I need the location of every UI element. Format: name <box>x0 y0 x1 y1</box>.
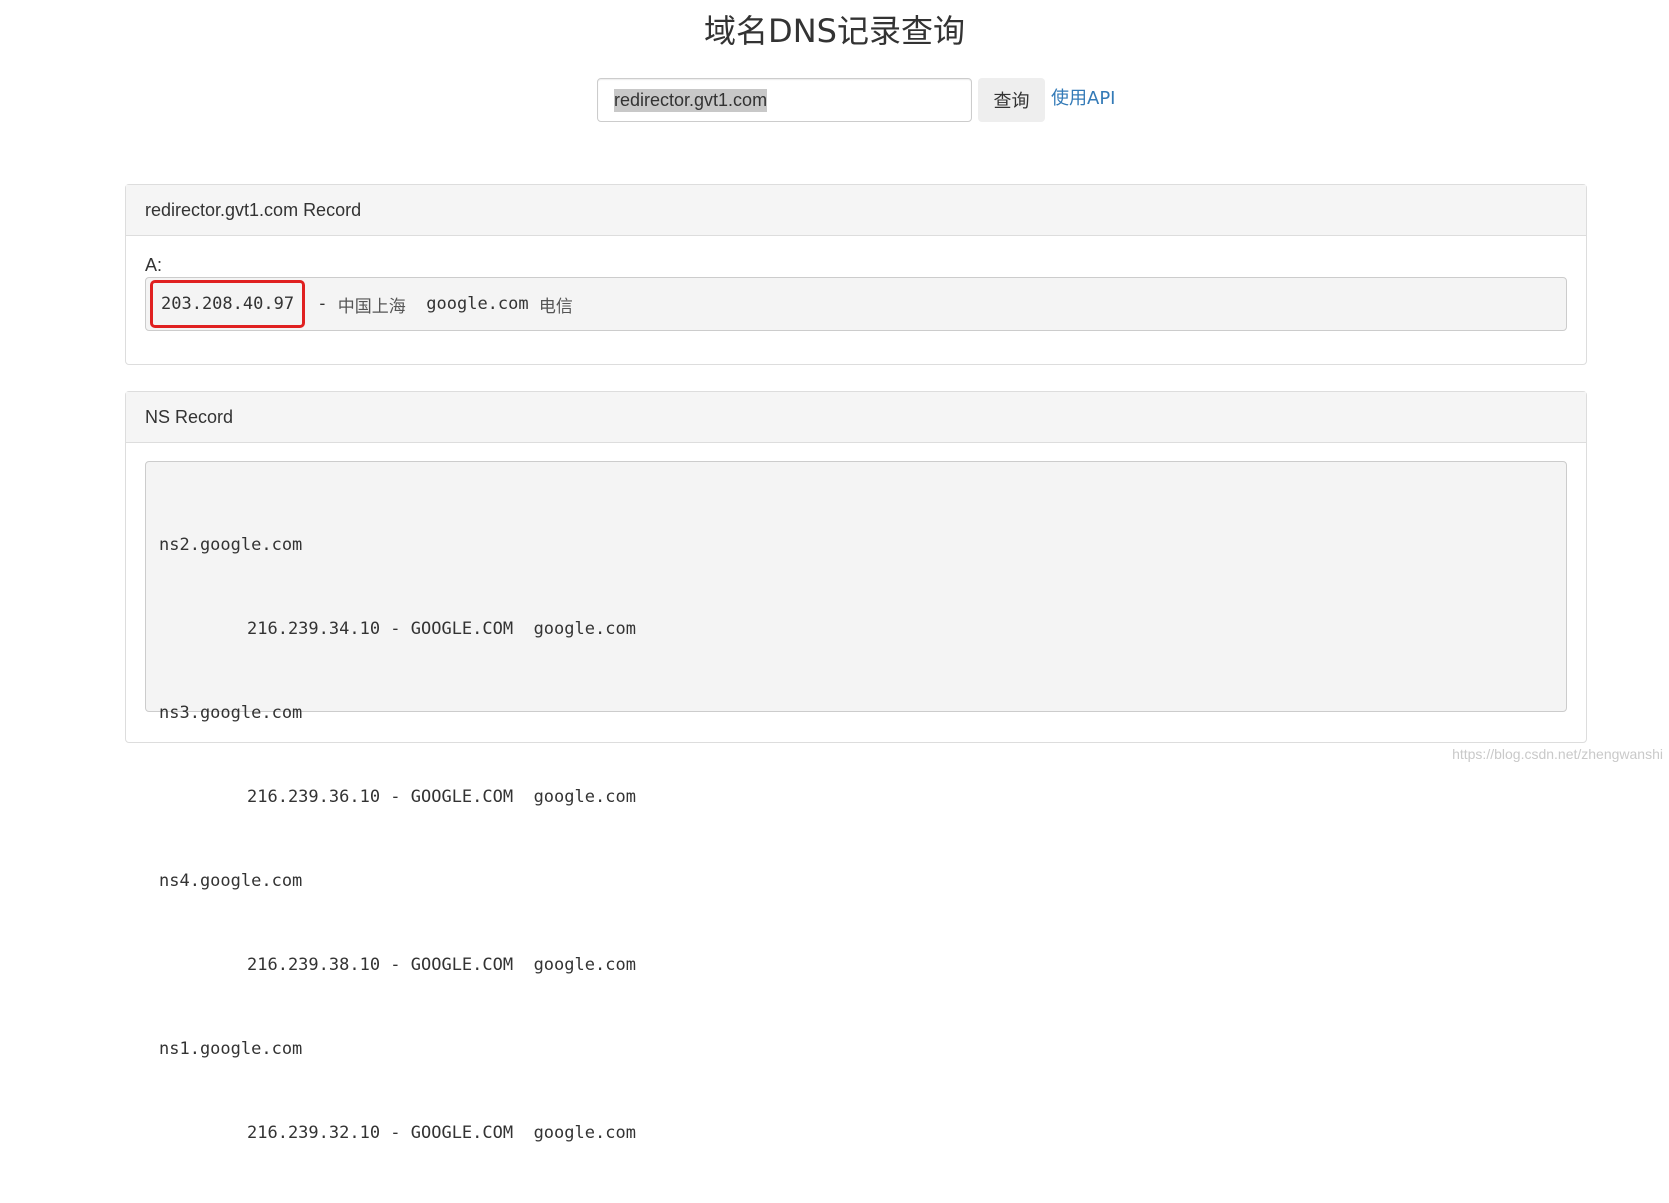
ns-detail: 216.239.38.10 - GOOGLE.COM google.com <box>159 951 1553 979</box>
search-bar: redirector.gvt1.com 查询 使用API <box>597 78 1115 122</box>
a-record-label: A: <box>145 255 1567 275</box>
ns-record-panel-heading: NS Record <box>126 392 1586 443</box>
a-record-info: - 中国上海 google.com 电信 <box>307 292 573 317</box>
ns-host: ns4.google.com <box>159 867 1553 895</box>
domain-search-input[interactable]: redirector.gvt1.com <box>597 78 972 122</box>
a-record-location: 中国上海 <box>338 292 406 317</box>
ns-record-box: ns2.google.com 216.239.34.10 - GOOGLE.CO… <box>145 461 1567 712</box>
a-record-box: 203.208.40.97 - 中国上海 google.com 电信 <box>145 277 1567 331</box>
ns-host: ns3.google.com <box>159 699 1553 727</box>
query-button[interactable]: 查询 <box>978 78 1045 122</box>
ns-record-panel-body: ns2.google.com 216.239.34.10 - GOOGLE.CO… <box>126 443 1586 730</box>
search-input-value: redirector.gvt1.com <box>614 89 767 112</box>
a-record-panel: redirector.gvt1.com Record A: 203.208.40… <box>125 184 1587 365</box>
a-record-ip: 203.208.40.97 <box>161 294 294 314</box>
page-title: 域名DNS记录查询 <box>0 6 1669 52</box>
ns-host: ns2.google.com <box>159 531 1553 559</box>
ns-detail: 216.239.34.10 - GOOGLE.COM google.com <box>159 615 1553 643</box>
watermark: https://blog.csdn.net/zhengwanshi <box>1452 746 1663 762</box>
a-record-ip-highlight: 203.208.40.97 <box>150 280 305 328</box>
a-record-panel-heading: redirector.gvt1.com Record <box>126 185 1586 236</box>
ns-detail: 216.239.32.10 - GOOGLE.COM google.com <box>159 1119 1553 1147</box>
ns-detail: 216.239.36.10 - GOOGLE.COM google.com <box>159 783 1553 811</box>
a-record-isp: 电信 <box>539 292 573 317</box>
a-record-separator: - <box>307 294 338 314</box>
a-record-panel-body: A: 203.208.40.97 - 中国上海 google.com 电信 <box>126 236 1586 349</box>
a-record-org: google.com <box>426 294 528 314</box>
ns-host: ns1.google.com <box>159 1035 1553 1063</box>
ns-record-panel: NS Record ns2.google.com 216.239.34.10 -… <box>125 391 1587 743</box>
use-api-link[interactable]: 使用API <box>1051 84 1115 110</box>
